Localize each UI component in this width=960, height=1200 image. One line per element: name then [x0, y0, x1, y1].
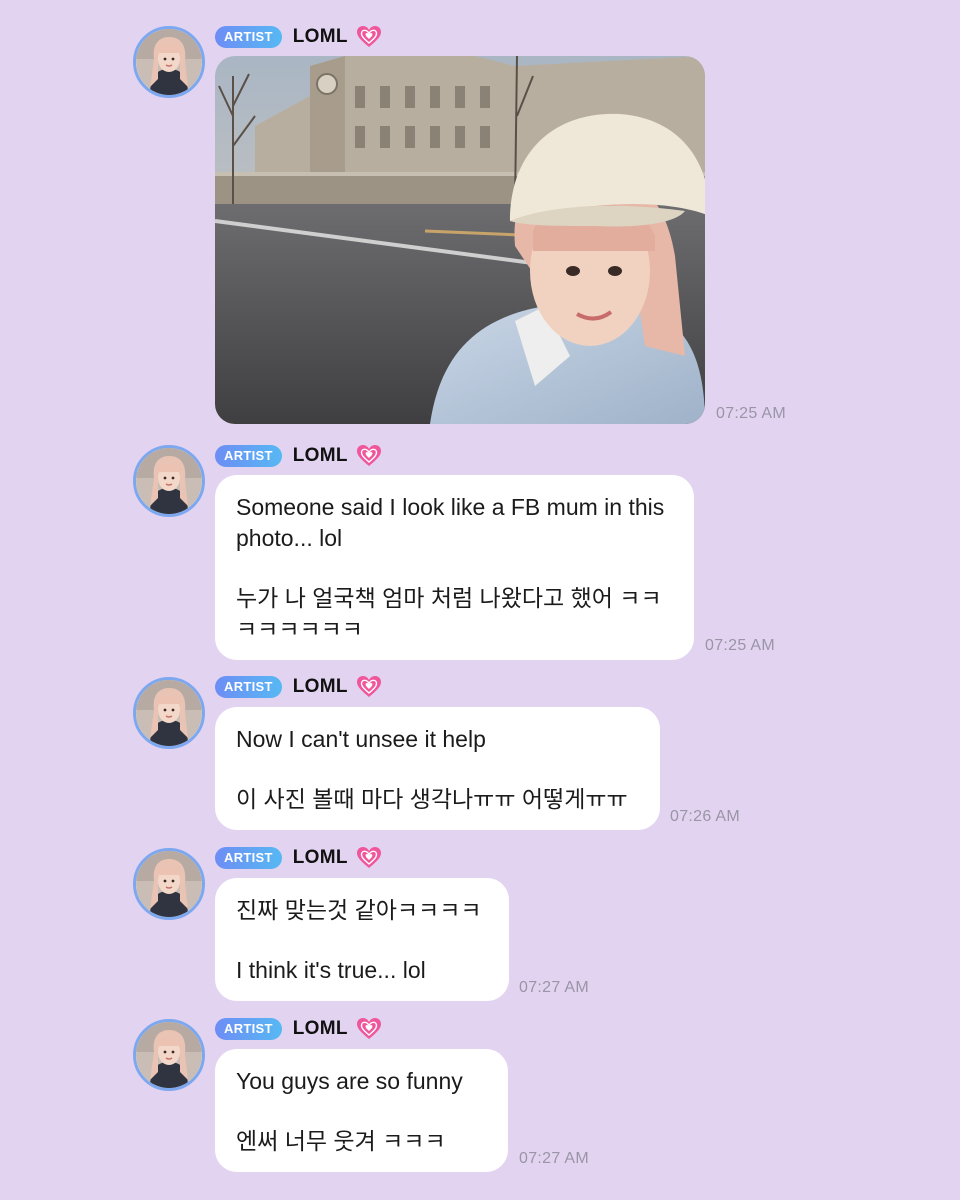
growing-heart-icon	[356, 1017, 382, 1041]
message-header: ARTIST LOML	[215, 675, 382, 699]
message-header: ARTIST LOML	[215, 1017, 382, 1041]
artist-badge: ARTIST	[215, 1018, 282, 1040]
message-text-english: You guys are so funny	[236, 1068, 463, 1094]
selfie-photo-image	[215, 56, 705, 424]
message-text-korean: 누가 나 얼국책 엄마 처럼 나왔다고 했어 ㅋㅋㅋㅋㅋㅋㅋㅋ	[236, 585, 662, 642]
photo-attachment[interactable]	[215, 56, 705, 424]
message-header: ARTIST LOML	[215, 444, 382, 468]
message-text-korean: 진짜 맞는것 같아ㅋㅋㅋㅋ	[236, 897, 482, 923]
message-text-english: Someone said I look like a FB mum in thi…	[236, 494, 665, 551]
sender-name[interactable]: LOML	[293, 445, 348, 467]
message-timestamp: 07:27 AM	[519, 1150, 590, 1167]
message-bubble[interactable]: You guys are so funny 엔써 너무 웃겨 ㅋㅋㅋ	[215, 1049, 508, 1172]
message-text-english: I think it's true... lol	[236, 957, 426, 983]
artist-avatar[interactable]	[133, 677, 205, 749]
artist-avatar[interactable]	[133, 445, 205, 517]
message-timestamp: 07:27 AM	[519, 979, 590, 996]
message-bubble[interactable]: Someone said I look like a FB mum in thi…	[215, 475, 694, 660]
artist-avatar[interactable]	[133, 1019, 205, 1091]
message-header: ARTIST LOML	[215, 846, 382, 870]
message-text-english: Now I can't unsee it help	[236, 726, 486, 752]
artist-badge: ARTIST	[215, 445, 282, 467]
artist-badge: ARTIST	[215, 26, 282, 48]
message-timestamp: 07:26 AM	[670, 808, 741, 825]
growing-heart-icon	[356, 675, 382, 699]
message-bubble[interactable]: 진짜 맞는것 같아ㅋㅋㅋㅋ I think it's true... lol	[215, 878, 509, 1001]
sender-name[interactable]: LOML	[293, 847, 348, 869]
artist-avatar[interactable]	[133, 848, 205, 920]
artist-avatar[interactable]	[133, 26, 205, 98]
growing-heart-icon	[356, 846, 382, 870]
message-header: ARTIST LOML	[215, 25, 382, 49]
message-bubble[interactable]: Now I can't unsee it help 이 사진 볼때 마다 생각나…	[215, 707, 660, 830]
message-timestamp: 07:25 AM	[716, 405, 787, 422]
artist-badge: ARTIST	[215, 847, 282, 869]
growing-heart-icon	[356, 25, 382, 49]
artist-badge: ARTIST	[215, 676, 282, 698]
growing-heart-icon	[356, 444, 382, 468]
message-timestamp: 07:25 AM	[705, 637, 776, 654]
message-text-korean: 이 사진 볼때 마다 생각나ㅠㅠ 어떻게ㅠㅠ	[236, 786, 628, 812]
message-text-korean: 엔써 너무 웃겨 ㅋㅋㅋ	[236, 1128, 446, 1154]
sender-name[interactable]: LOML	[293, 1018, 348, 1040]
sender-name[interactable]: LOML	[293, 26, 348, 48]
sender-name[interactable]: LOML	[293, 676, 348, 698]
